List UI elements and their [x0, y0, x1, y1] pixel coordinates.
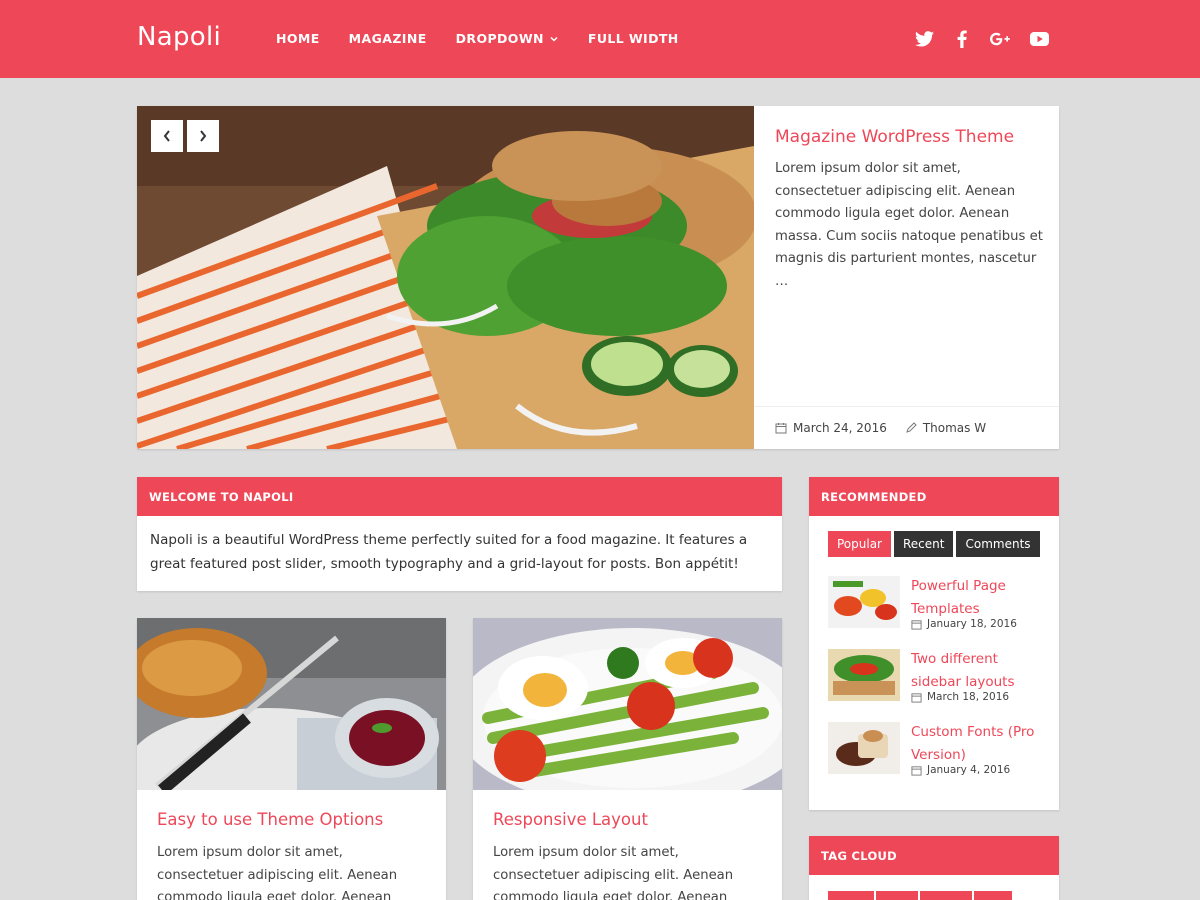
welcome-widget: WELCOME TO NAPOLI Napoli is a beautiful … [137, 477, 782, 591]
post-title[interactable]: Easy to use Theme Options [157, 810, 383, 829]
featured-post-slider: Magazine WordPress Theme Lorem ipsum dol… [137, 106, 1059, 449]
main-nav: HOME MAGAZINE DROPDOWN FULL WIDTH [276, 31, 708, 46]
calendar-icon [911, 692, 922, 703]
twitter-icon[interactable] [913, 28, 935, 50]
post-date[interactable]: March 24, 2016 [775, 421, 887, 435]
post-thumbnail[interactable] [828, 576, 900, 628]
nav-label: DROPDOWN [455, 31, 544, 46]
tag-link[interactable] [828, 891, 874, 900]
tag-link[interactable] [920, 891, 972, 900]
slide-excerpt: Lorem ipsum dolor sit amet, consectetuer… [775, 161, 1043, 289]
recommended-post-title[interactable]: Powerful Page Templates [911, 575, 1051, 620]
post-author-text: Thomas W [922, 421, 987, 435]
nav-label: MAGAZINE [348, 31, 427, 46]
facebook-icon[interactable] [951, 28, 973, 50]
calendar-icon [911, 765, 922, 776]
nav-label: FULL WIDTH [587, 31, 679, 46]
post-date: March 18, 2016 [911, 691, 1009, 703]
post-card: Responsive Layout Lorem ipsum dolor sit … [473, 618, 782, 900]
slide-content: Magazine WordPress Theme Lorem ipsum dol… [754, 106, 1059, 449]
nav-label: HOME [276, 31, 320, 46]
welcome-text: Napoli is a beautiful WordPress theme pe… [150, 532, 748, 572]
recommended-tabs: Popular Recent Comments [828, 531, 1043, 557]
slide-image[interactable] [137, 106, 754, 449]
tag-link[interactable] [974, 891, 1012, 900]
post-date: January 18, 2016 [911, 618, 1017, 630]
post-thumbnail[interactable] [473, 618, 782, 790]
post-excerpt: Lorem ipsum dolor sit amet, consectetuer… [493, 845, 734, 900]
nav-item-dropdown[interactable]: DROPDOWN [456, 31, 559, 46]
post-date-text: January 18, 2016 [927, 618, 1017, 630]
nav-item-magazine[interactable]: MAGAZINE [349, 31, 427, 46]
slide-title[interactable]: Magazine WordPress Theme [775, 127, 1014, 147]
tab-popular[interactable]: Popular [828, 531, 891, 557]
slide-meta: March 24, 2016 Thomas W [754, 406, 1059, 449]
recommended-post-title[interactable]: Custom Fonts (Pro Version) [911, 721, 1051, 766]
calendar-icon [911, 619, 922, 630]
post-thumbnail[interactable] [828, 722, 900, 774]
tag-cloud-widget: TAG CLOUD [809, 836, 1059, 900]
chevron-down-icon [550, 36, 558, 42]
post-date-text: January 4, 2016 [927, 764, 1011, 776]
post-thumbnail[interactable] [137, 618, 446, 790]
slider-prev-button[interactable] [151, 120, 183, 152]
widget-heading: WELCOME TO NAPOLI [137, 477, 782, 516]
widget-heading: RECOMMENDED [809, 477, 1059, 516]
nav-item-full-width[interactable]: FULL WIDTH [588, 31, 679, 46]
chevron-left-icon [163, 130, 170, 142]
post-thumbnail[interactable] [828, 649, 900, 701]
post-date-text: March 24, 2016 [793, 421, 887, 435]
youtube-icon[interactable] [1028, 28, 1050, 50]
chevron-right-icon [200, 130, 207, 142]
post-card: Easy to use Theme Options Lorem ipsum do… [137, 618, 446, 900]
site-title[interactable]: Napoli [137, 22, 221, 52]
recommended-post-title[interactable]: Two different sidebar layouts [911, 648, 1051, 693]
post-title[interactable]: Responsive Layout [493, 810, 648, 829]
slider-next-button[interactable] [187, 120, 219, 152]
tab-comments[interactable]: Comments [956, 531, 1040, 557]
post-date-text: March 18, 2016 [927, 691, 1010, 703]
post-date: January 4, 2016 [911, 764, 1010, 776]
pencil-icon [906, 422, 917, 433]
widget-heading: TAG CLOUD [809, 836, 1059, 875]
nav-item-home[interactable]: HOME [276, 31, 320, 46]
recommended-widget: RECOMMENDED Popular Recent Comments Powe… [809, 477, 1059, 810]
post-excerpt: Lorem ipsum dolor sit amet, consectetuer… [157, 845, 398, 900]
site-header: Napoli HOME MAGAZINE DROPDOWN FULL WIDTH [0, 0, 1200, 78]
tab-recent[interactable]: Recent [894, 531, 954, 557]
post-author[interactable]: Thomas W [905, 421, 986, 435]
tag-link[interactable] [876, 891, 918, 900]
calendar-icon [775, 423, 787, 434]
google-plus-icon[interactable] [989, 28, 1011, 50]
